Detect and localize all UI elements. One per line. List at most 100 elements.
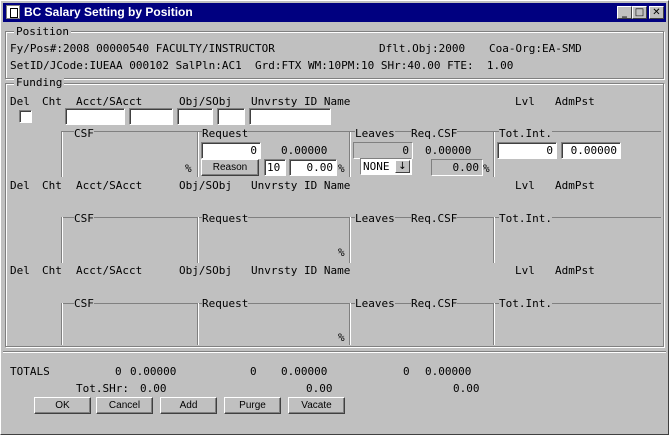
req-csf-fte: 0.00000: [425, 144, 472, 157]
subaccount-input[interactable]: [129, 108, 173, 125]
request-label: Request: [202, 212, 249, 225]
req-csf-percent-field: 0.00: [431, 159, 483, 176]
col-obj: Obj/SObj: [179, 95, 232, 108]
col-lvl: Lvl: [515, 179, 535, 192]
col-admpst: AdmPst: [555, 95, 595, 108]
leaves-label: Leaves: [355, 297, 395, 310]
vacate-button[interactable]: Vacate: [288, 397, 345, 414]
purge-button[interactable]: Purge: [224, 397, 281, 414]
close-icon: ✕: [652, 7, 661, 18]
csf-label: CSF: [74, 297, 94, 310]
leaves-label: Leaves: [355, 212, 395, 225]
col-acct: Acct/SAcct: [76, 264, 143, 277]
col-unvrsty: Unvrsty ID Name: [251, 179, 351, 192]
tot-int-label: Tot.Int.: [499, 212, 552, 225]
csf-pct-sign: %: [185, 162, 192, 175]
request-pct-sign: %: [338, 246, 345, 259]
leaves-amount-field: 0: [353, 142, 413, 159]
totals-request-amount: 0: [250, 365, 257, 378]
col-del: Del: [10, 264, 30, 277]
position-legend: Position: [14, 25, 71, 38]
req-csf-label: Req.CSF: [411, 212, 458, 225]
title-bar: BC Salary Setting by Position _ □ ✕: [3, 3, 666, 22]
csf-label: CSF: [74, 212, 94, 225]
col-unvrsty: Unvrsty ID Name: [251, 95, 351, 108]
window-title: BC Salary Setting by Position: [24, 5, 193, 19]
row3-divider-a: [61, 303, 63, 345]
col-admpst: AdmPst: [555, 264, 595, 277]
totals-csf-fte: 0.00000: [130, 365, 177, 378]
ok-button[interactable]: OK: [34, 397, 91, 414]
row3-divider-b: [197, 303, 199, 345]
minimize-icon: _: [622, 7, 627, 18]
minimize-button[interactable]: _: [617, 6, 632, 19]
req-csf-label: Req.CSF: [411, 297, 458, 310]
req-csf-label: Req.CSF: [411, 127, 458, 140]
tot-shr-csf: 0.00: [140, 382, 167, 395]
tot-shr-label: Tot.SHr:: [76, 382, 129, 395]
totals-request-fte: 0.00000: [281, 365, 328, 378]
close-button[interactable]: ✕: [649, 6, 664, 19]
position-line1: Fy/Pos#:2008 00000540 FACULTY/INSTRUCTOR: [10, 42, 275, 55]
col-acct: Acct/SAcct: [76, 95, 143, 108]
col-cht: Cht: [42, 95, 62, 108]
totals-leaves-amount: 0: [403, 365, 410, 378]
row1-divider-b: [197, 131, 199, 177]
col-lvl: Lvl: [515, 264, 535, 277]
leaves-label: Leaves: [355, 127, 395, 140]
col-unvrsty: Unvrsty ID Name: [251, 264, 351, 277]
request-fte: 0.00000: [281, 144, 328, 157]
subobject-input[interactable]: [217, 108, 245, 125]
request-amount-input[interactable]: 0: [201, 142, 261, 159]
col-del: Del: [10, 179, 30, 192]
delete-checkbox[interactable]: [19, 110, 32, 123]
row3-divider-c: [349, 303, 351, 345]
dropdown-arrow-icon[interactable]: ↓: [395, 160, 410, 173]
maximize-icon: □: [634, 7, 645, 18]
app-icon: [6, 5, 20, 19]
default-object: Dflt.Obj:2000: [379, 42, 466, 55]
col-acct: Acct/SAcct: [76, 179, 143, 192]
object-input[interactable]: [177, 108, 213, 125]
reason-button[interactable]: Reason: [201, 159, 259, 176]
account-input[interactable]: [65, 108, 125, 125]
request-label: Request: [202, 297, 249, 310]
col-del: Del: [10, 95, 30, 108]
row1-divider-a: [61, 131, 63, 177]
totals-leaves-fte: 0.00000: [425, 365, 472, 378]
col-obj: Obj/SObj: [179, 179, 232, 192]
row2-divider-b: [197, 217, 199, 263]
totals-label: TOTALS: [10, 365, 50, 378]
months-input[interactable]: 10: [264, 159, 286, 176]
row2-divider-a: [61, 217, 63, 263]
tot-shr-leaves: 0.00: [453, 382, 480, 395]
col-cht: Cht: [42, 264, 62, 277]
row1-divider-d: [493, 131, 495, 177]
request-label: Request: [202, 127, 249, 140]
add-button[interactable]: Add: [160, 397, 217, 414]
university-id-input[interactable]: [249, 108, 331, 125]
col-obj: Obj/SObj: [179, 264, 232, 277]
request-pct-sign: %: [338, 331, 345, 344]
coa-org: Coa-Org:EA-SMD: [489, 42, 582, 55]
totals-separator: [3, 351, 666, 353]
position-line2: SetID/JCode:IUEAA 000102 SalPln:AC1 Grd:…: [10, 59, 514, 72]
row1-divider-c: [349, 131, 351, 177]
row2-divider-d: [493, 217, 495, 263]
tot-int-label: Tot.Int.: [499, 127, 552, 140]
csf-label: CSF: [74, 127, 94, 140]
col-admpst: AdmPst: [555, 179, 595, 192]
totals-csf-amount: 0: [115, 365, 122, 378]
percent-input[interactable]: 0.00: [289, 159, 337, 176]
leave-code-value: NONE: [363, 160, 390, 173]
req-csf-pct-sign: %: [483, 162, 490, 175]
leave-code-select[interactable]: NONE ↓: [360, 158, 412, 175]
maximize-button[interactable]: □: [632, 6, 647, 19]
salary-setting-window: BC Salary Setting by Position _ □ ✕ Posi…: [0, 0, 669, 435]
col-cht: Cht: [42, 179, 62, 192]
cancel-button[interactable]: Cancel: [96, 397, 153, 414]
col-lvl: Lvl: [515, 95, 535, 108]
tot-int-label: Tot.Int.: [499, 297, 552, 310]
tot-int-amount-input[interactable]: 0: [497, 142, 557, 159]
tot-int-fte-input[interactable]: 0.00000: [561, 142, 621, 159]
